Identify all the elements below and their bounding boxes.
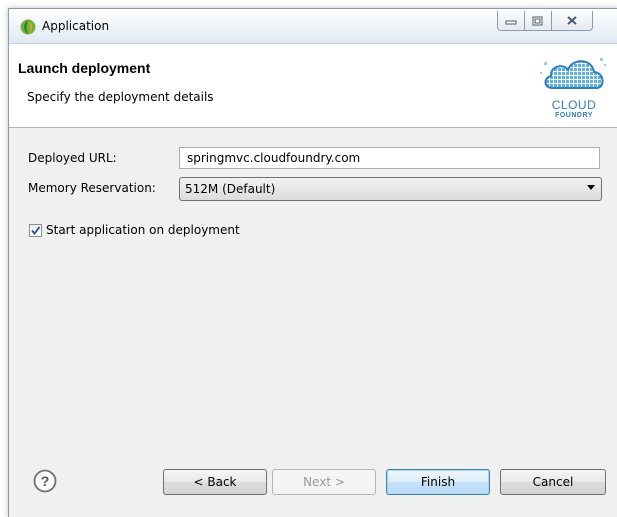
page-subtitle: Specify the deployment details: [27, 90, 214, 104]
memory-reservation-label: Memory Reservation:: [28, 181, 156, 195]
help-icon[interactable]: ?: [33, 469, 57, 493]
cloud-foundry-logo: CLOUD FOUNDRY: [538, 48, 610, 126]
chevron-down-icon: [587, 185, 595, 190]
next-button[interactable]: Next >: [272, 469, 376, 495]
close-button[interactable]: [551, 11, 593, 31]
wizard-header: Launch deployment Specify the deployment…: [9, 44, 617, 128]
maximize-button[interactable]: [524, 11, 552, 31]
finish-button[interactable]: Finish: [386, 469, 490, 495]
checkmark-icon: [31, 225, 41, 235]
cancel-button[interactable]: Cancel: [500, 469, 606, 495]
start-application-label: Start application on deployment: [46, 223, 240, 237]
svg-text:?: ?: [41, 473, 50, 489]
window-title: Application: [42, 19, 110, 33]
page-title: Launch deployment: [18, 60, 151, 76]
minimize-button[interactable]: [497, 11, 525, 31]
maximize-icon: [532, 16, 543, 25]
deployed-url-input[interactable]: springmvc.cloudfoundry.com: [179, 147, 600, 169]
start-application-checkbox[interactable]: [29, 223, 42, 237]
cloud-icon: [540, 58, 606, 89]
back-button[interactable]: < Back: [163, 469, 267, 495]
logo-text-cloud: CLOUD: [551, 98, 597, 112]
title-bar[interactable]: Application: [9, 9, 617, 44]
close-icon: [567, 16, 577, 25]
spring-leaf-icon: [20, 19, 36, 35]
deployed-url-label: Deployed URL:: [28, 151, 117, 165]
memory-reservation-select[interactable]: 512M (Default): [179, 177, 602, 201]
start-application-option[interactable]: Start application on deployment: [29, 223, 240, 237]
memory-reservation-value: 512M (Default): [185, 182, 276, 196]
minimize-icon: [505, 20, 517, 24]
logo-text-foundry: FOUNDRY: [555, 112, 593, 119]
application-dialog: Application Launch deployment Specify th…: [8, 8, 617, 517]
